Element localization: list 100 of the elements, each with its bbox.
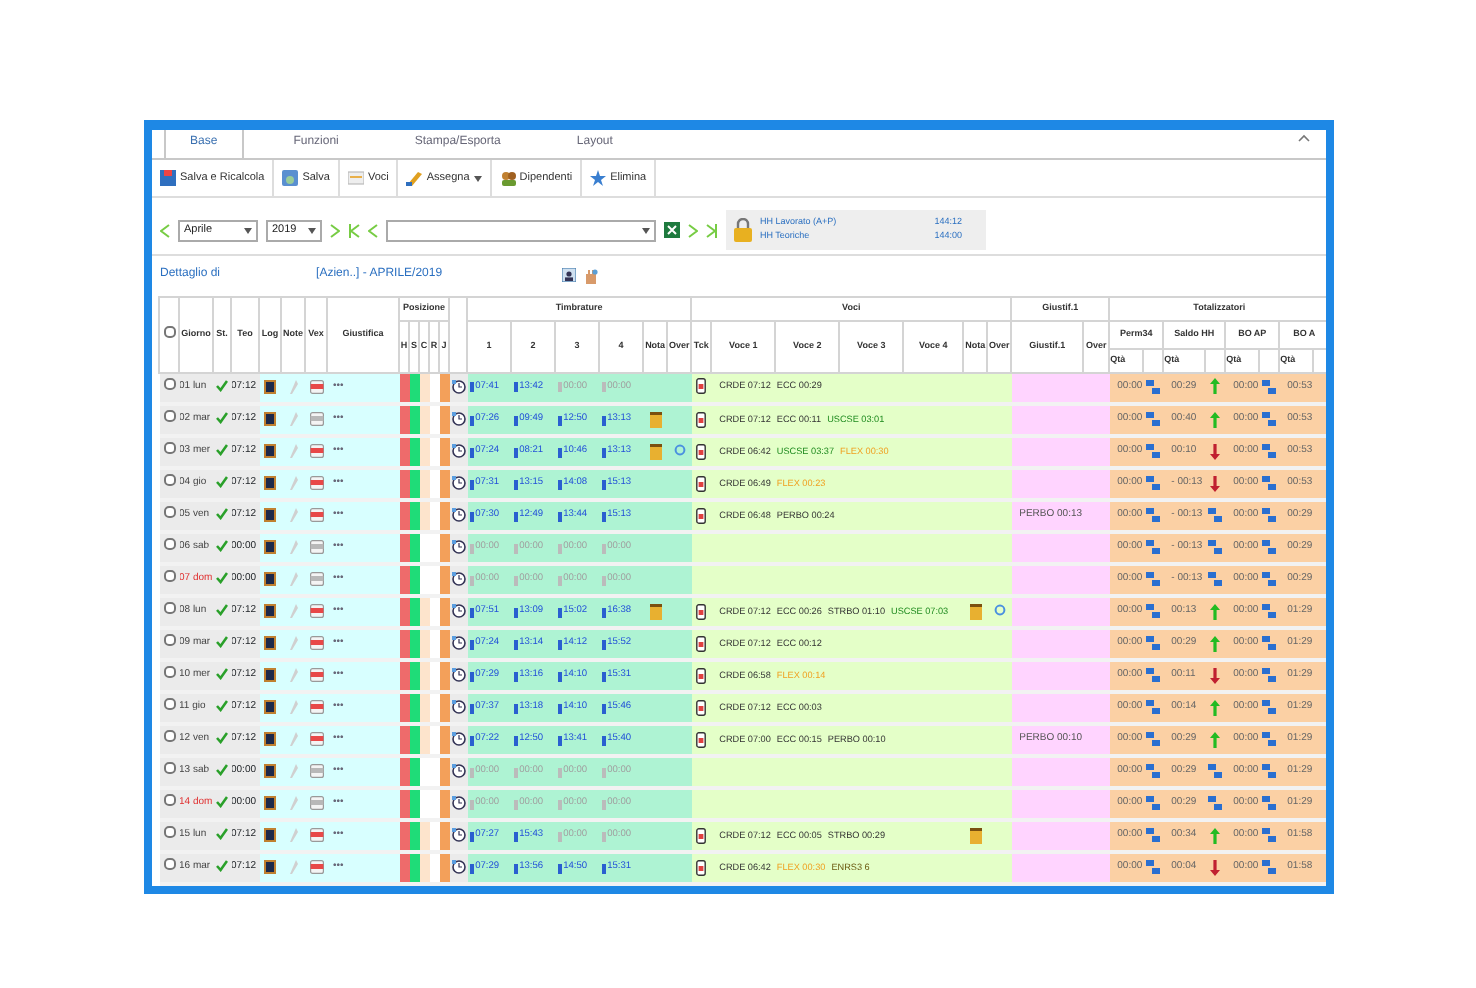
swap-icon [1262, 379, 1277, 394]
feather-icon [288, 379, 298, 394]
swap-icon [1146, 507, 1161, 522]
swap-icon [1262, 507, 1277, 522]
row-checkbox[interactable] [163, 858, 175, 871]
log-icon [264, 379, 276, 394]
spreadsheet-icon[interactable] [664, 222, 680, 238]
log-icon [264, 827, 276, 842]
clock-icon [451, 507, 466, 522]
row-checkbox[interactable] [163, 794, 175, 807]
row-checkbox[interactable] [163, 698, 175, 711]
stamp-icon [557, 575, 562, 585]
stamp-icon [557, 703, 562, 713]
swap-icon [1262, 475, 1277, 490]
stamp-icon [557, 447, 562, 457]
swap-icon [1262, 635, 1277, 650]
caret-icon [244, 227, 252, 233]
row-checkbox[interactable] [163, 570, 175, 583]
clock-icon [451, 539, 466, 554]
stamp-icon [601, 382, 606, 393]
stamp-icon [557, 479, 562, 489]
swap-icon [1146, 667, 1161, 682]
stamp-icon [513, 703, 518, 713]
swap-icon [1146, 731, 1161, 746]
clock-icon [451, 571, 466, 586]
log-icon [264, 507, 276, 522]
stamp-icon [601, 575, 606, 585]
feather-icon [288, 667, 298, 682]
row-checkbox[interactable] [163, 506, 175, 519]
row-checkbox[interactable] [163, 442, 175, 455]
stamp-icon [557, 767, 562, 777]
swap-icon [1146, 699, 1161, 714]
swap-icon [1146, 539, 1161, 554]
clock-icon [451, 763, 466, 778]
log-icon [264, 571, 276, 586]
feather-icon [288, 411, 298, 426]
clock-icon [451, 635, 466, 650]
stamp-icon [601, 415, 606, 425]
swap-icon [1146, 603, 1161, 618]
feather-icon [288, 795, 298, 810]
row-checkbox[interactable] [163, 474, 175, 487]
check-icon [216, 444, 228, 457]
stamp-icon [557, 382, 562, 393]
stamp-icon [601, 543, 606, 553]
stamp-icon [557, 831, 562, 841]
check-icon [216, 379, 228, 392]
swap-icon [1262, 603, 1277, 618]
swap-icon [1262, 731, 1277, 746]
clock-icon [451, 379, 466, 394]
stamp-icon [557, 415, 562, 425]
swap-icon [1262, 699, 1277, 714]
check-icon [216, 700, 228, 713]
check-icon [216, 636, 228, 649]
swap-icon [1262, 827, 1277, 842]
stamp-icon [513, 543, 518, 553]
swap-icon [1146, 411, 1161, 426]
row-checkbox[interactable] [163, 730, 175, 743]
row-checkbox[interactable] [163, 410, 175, 423]
stamp-icon [557, 543, 562, 553]
row-checkbox[interactable] [163, 378, 175, 390]
stamp-icon [601, 607, 606, 617]
log-icon [264, 699, 276, 714]
stamp-icon [601, 479, 606, 489]
stamp-icon [513, 415, 518, 425]
check-icon [216, 668, 228, 681]
feather-icon [288, 859, 298, 874]
row-checkbox[interactable] [163, 666, 175, 679]
check-icon [216, 412, 228, 425]
row-checkbox[interactable] [163, 538, 175, 551]
check-icon [216, 572, 228, 585]
stamp-icon [557, 607, 562, 617]
stamp-icon [469, 447, 474, 457]
swap-icon [1146, 635, 1161, 650]
log-icon [264, 795, 276, 810]
stamp-icon [601, 447, 606, 457]
clock-icon [451, 731, 466, 746]
stamp-icon [557, 799, 562, 809]
stamp-icon [601, 735, 606, 745]
check-icon [216, 604, 228, 617]
row-checkbox[interactable] [163, 762, 175, 775]
feather-icon [288, 443, 298, 458]
log-icon [264, 859, 276, 874]
swap-icon [1262, 859, 1277, 874]
caret-icon [642, 227, 650, 233]
row-checkbox[interactable] [163, 826, 175, 839]
stamp-icon [601, 767, 606, 777]
stamp-icon [513, 382, 518, 393]
log-icon [264, 603, 276, 618]
select-all-checkbox[interactable] [163, 325, 175, 338]
row-checkbox[interactable] [163, 634, 175, 647]
clock-icon [451, 699, 466, 714]
stamp-icon [601, 799, 606, 809]
user-card-icon[interactable] [562, 268, 577, 283]
row-checkbox[interactable] [163, 602, 175, 615]
check-icon [216, 732, 228, 745]
employee-select[interactable] [386, 219, 656, 241]
stamp-icon [513, 447, 518, 457]
stamp-icon [557, 735, 562, 745]
log-icon [264, 763, 276, 778]
check-icon [216, 764, 228, 777]
